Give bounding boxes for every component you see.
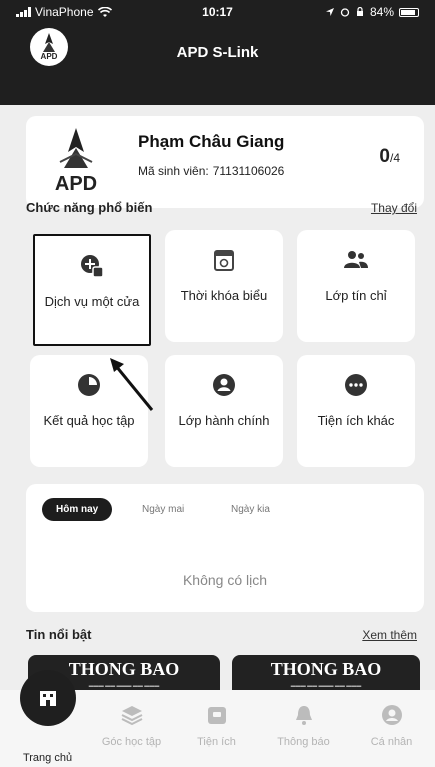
schedule-card: Hôm nay Ngày mai Ngày kia Không có lịch	[26, 484, 424, 612]
student-id-row: Mã sinh viên: 71131106026	[138, 164, 284, 178]
tab-today[interactable]: Hôm nay	[42, 498, 113, 521]
more-icon	[342, 371, 370, 399]
news-title: Tin nổi bật	[26, 627, 92, 642]
tile-admin-class[interactable]: Lớp hành chính	[165, 355, 283, 467]
student-id-label: Mã sinh viên:	[138, 164, 209, 178]
news-card-caption: ▬▬▬ ▬▬ ▬▬▬ ▬▬ ▬▬▬	[290, 683, 362, 689]
lock-rotation-icon	[356, 7, 363, 16]
student-name: Phạm Châu Giang	[138, 132, 285, 151]
app-title: APD S-Link	[176, 44, 259, 61]
status-bar: VinaPhone 10:17 84%	[0, 0, 435, 26]
user-circle-icon	[210, 371, 238, 399]
tile-label: Thời khóa biểu	[180, 288, 268, 303]
profile-logo-text: APD	[55, 173, 97, 195]
tile-one-stop-service[interactable]: Dịch vụ một cửa	[33, 234, 151, 346]
news-card[interactable]: THONG BAO ▬▬▬ ▬▬ ▬▬▬ ▬▬ ▬▬▬	[232, 655, 420, 695]
nav-notifications[interactable]: Thông báo	[260, 690, 347, 767]
nav-profile[interactable]: Cá nhân	[348, 690, 435, 767]
tile-credit-class[interactable]: Lớp tín chỉ	[297, 230, 415, 342]
nav-label: Cá nhân	[370, 736, 413, 748]
nav-label: Thông báo	[277, 736, 330, 748]
home-icon	[40, 691, 56, 706]
bell-icon	[293, 704, 315, 726]
tile-other-utilities[interactable]: Tiện ích khác	[297, 355, 415, 467]
nav-study-corner[interactable]: Góc học tập	[88, 690, 175, 767]
person-icon	[381, 704, 403, 726]
service-icon	[78, 252, 106, 280]
calendar-icon	[210, 246, 238, 274]
profile-card[interactable]: APD Phạm Châu Giang Mã sinh viên: 711311…	[26, 116, 424, 208]
tile-label: Lớp tín chỉ	[325, 288, 387, 303]
location-icon	[325, 8, 334, 16]
users-icon	[342, 246, 370, 274]
tab-tomorrow[interactable]: Ngày mai	[142, 504, 184, 515]
tile-timetable[interactable]: Thời khóa biểu	[165, 230, 283, 342]
home-button[interactable]	[20, 670, 76, 726]
progress-count-value: 0	[379, 146, 390, 167]
nav-utilities[interactable]: Tiện ích	[173, 690, 260, 767]
progress-count-total: /4	[389, 151, 400, 165]
tile-label: Lớp hành chính	[178, 413, 270, 428]
pie-chart-icon	[75, 371, 103, 399]
university-logo: APD	[36, 124, 116, 200]
alarm-icon	[340, 8, 350, 17]
annotation-arrow-icon	[110, 358, 154, 411]
change-features-link[interactable]: Thay đổi	[371, 201, 417, 215]
progress-count: 0/4	[379, 146, 400, 168]
battery-percent: 84%	[369, 5, 394, 19]
see-more-link[interactable]: Xem thêm	[362, 628, 417, 642]
nav-label: Góc học tập	[101, 736, 162, 748]
layers-icon	[121, 704, 143, 726]
news-card-title: THONG BAO	[270, 659, 382, 679]
tile-label: Dịch vụ một cửa	[44, 294, 140, 309]
schedule-empty-message: Không có lịch	[182, 572, 268, 588]
status-right: 84%	[325, 5, 419, 19]
nav-label: Trang chủ	[22, 752, 73, 764]
battery-icon	[399, 7, 419, 17]
features-title: Chức năng phổ biến	[26, 200, 153, 215]
tile-label: Tiện ích khác	[317, 413, 395, 428]
tab-day-after[interactable]: Ngày kia	[231, 504, 270, 515]
student-id: 71131106026	[212, 164, 285, 178]
box-icon	[206, 704, 228, 726]
nav-label: Tiện ích	[197, 736, 236, 748]
